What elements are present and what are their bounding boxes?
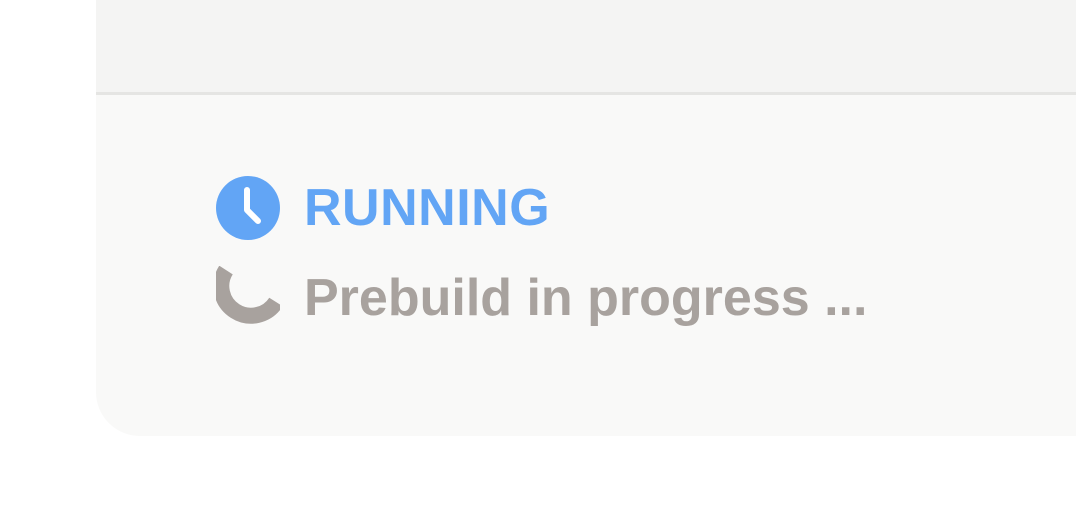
card-header (96, 0, 1076, 95)
progress-message: Prebuild in progress ... (304, 269, 868, 327)
prebuild-progress-row: Prebuild in progress ... (216, 266, 867, 330)
running-status-row: RUNNING (216, 176, 550, 240)
prebuild-status-card: RUNNING Prebuild in progress ... (96, 0, 1076, 436)
status-label: RUNNING (304, 179, 551, 237)
clock-icon (216, 176, 280, 240)
spinner-icon (216, 266, 280, 324)
